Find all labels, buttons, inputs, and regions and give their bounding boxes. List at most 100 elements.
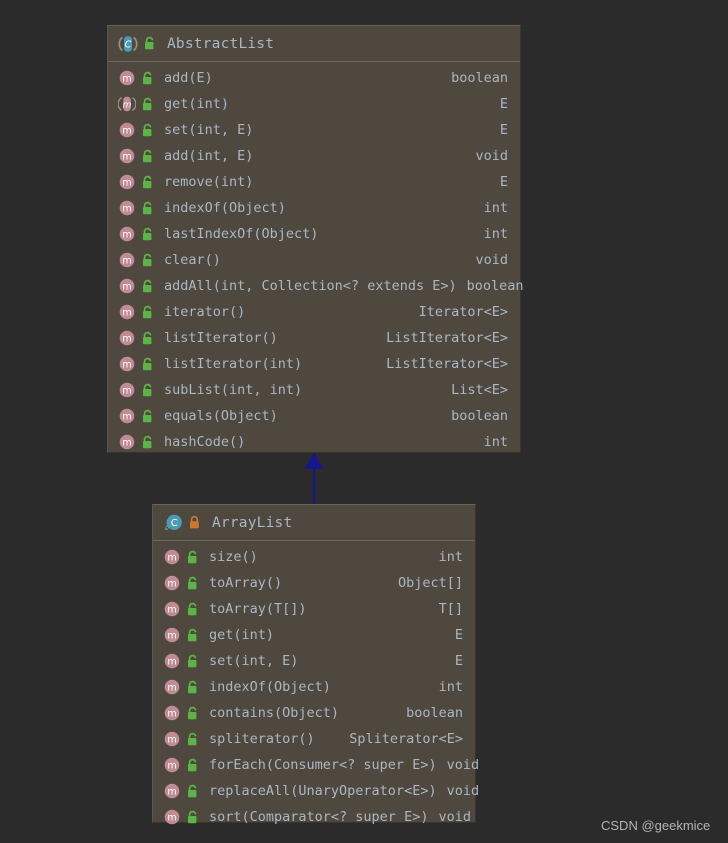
uml-member-signature: hashCode() (164, 434, 246, 450)
uml-member-signature: toArray() (209, 575, 283, 591)
uml-member-return-type: E (499, 174, 508, 190)
method-icon: m (163, 574, 181, 592)
uml-member-row[interactable]: m sort(Comparator<? super E>) void (153, 804, 475, 830)
svg-text:C: C (125, 39, 132, 50)
uml-member-row[interactable]: m listIterator() ListIterator<E> (108, 325, 520, 351)
method-icon: m (118, 303, 136, 321)
uml-member-return-type: int (438, 549, 463, 565)
method-icon: m (163, 730, 181, 748)
uml-member-return-type: E (499, 96, 508, 112)
uml-member-row[interactable]: m replaceAll(UnaryOperator<E>) void (153, 778, 479, 804)
svg-text:m: m (122, 256, 131, 267)
svg-text:m: m (167, 605, 176, 616)
lock-open-green-icon (186, 732, 199, 747)
lock-open-green-icon (186, 784, 199, 799)
uml-member-signature: indexOf(Object) (209, 679, 331, 695)
uml-member-row[interactable]: m toArray(T[]) T[] (153, 596, 475, 622)
lock-open-green-icon (141, 201, 154, 216)
svg-text:m: m (122, 334, 131, 345)
uml-member-return-type: Object[] (397, 575, 463, 591)
uml-member-row[interactable]: m hashCode() int (108, 429, 520, 455)
lock-open-green-icon (143, 36, 156, 51)
uml-member-row[interactable]: m toArray() Object[] (153, 570, 475, 596)
uml-class-header[interactable]: C AbstractList (108, 26, 520, 62)
uml-member-row[interactable]: m get(int) E (108, 91, 520, 117)
method-icon: m (118, 147, 136, 165)
lock-open-green-icon (141, 331, 154, 346)
uml-member-row[interactable]: m equals(Object) boolean (108, 403, 520, 429)
svg-text:m: m (122, 230, 131, 241)
uml-member-row[interactable]: m add(E) boolean (108, 65, 520, 91)
lock-open-green-icon (186, 550, 199, 565)
uml-member-return-type: int (438, 679, 463, 695)
uml-member-return-type: Spliterator<E> (349, 731, 463, 747)
uml-member-signature: add(int, E) (164, 148, 254, 164)
uml-member-row[interactable]: m remove(int) E (108, 169, 520, 195)
uml-member-row[interactable]: m size() int (153, 544, 475, 570)
uml-member-row[interactable]: m spliterator() Spliterator<E> (153, 726, 475, 752)
uml-member-return-type: boolean (451, 70, 508, 86)
watermark-text: CSDN @geekmice (601, 818, 711, 833)
uml-member-row[interactable]: m add(int, E) void (108, 143, 520, 169)
uml-class-box[interactable]: C AbstractList m add(E) boolean m get(int) Em se… (107, 25, 524, 453)
uml-member-return-type: void (475, 148, 508, 164)
method-icon: m (163, 548, 181, 566)
lock-open-green-icon (141, 383, 154, 398)
uml-member-row[interactable]: m get(int) E (153, 622, 475, 648)
method-icon: m (118, 329, 136, 347)
uml-member-signature: get(int) (209, 627, 275, 643)
method-icon: m (118, 199, 136, 217)
uml-member-row[interactable]: m indexOf(Object) int (153, 674, 475, 700)
uml-member-return-type: T[] (438, 601, 463, 617)
uml-member-row[interactable]: m contains(Object) boolean (153, 700, 475, 726)
uml-member-row[interactable]: m set(int, E) E (153, 648, 475, 674)
svg-text:m: m (167, 787, 176, 798)
lock-closed-orange-icon (188, 515, 201, 530)
uml-member-return-type: void (446, 757, 480, 773)
uml-member-row[interactable]: m clear() void (108, 247, 520, 273)
uml-member-return-type: int (483, 434, 508, 450)
uml-member-list: m size() int m toArray() Object[] m toArray(T[]… (153, 541, 479, 834)
lock-open-green-icon (141, 149, 154, 164)
uml-member-return-type: E (454, 653, 463, 669)
uml-member-row[interactable]: m iterator() Iterator<E> (108, 299, 520, 325)
uml-member-signature: remove(int) (164, 174, 254, 190)
uml-member-signature: addAll(int, Collection<? extends E>) (164, 278, 457, 294)
uml-member-row[interactable]: m addAll(int, Collection<? extends E>) boo… (108, 273, 524, 299)
uml-member-signature: get(int) (164, 96, 230, 112)
uml-member-signature: toArray(T[]) (209, 601, 307, 617)
method-icon: m (118, 69, 136, 87)
uml-class-header[interactable]: C ArrayList (153, 505, 475, 541)
uml-member-row[interactable]: m set(int, E) E (108, 117, 520, 143)
uml-member-signature: set(int, E) (164, 122, 254, 138)
lock-open-green-icon (141, 435, 154, 450)
uml-member-signature: contains(Object) (209, 705, 340, 721)
uml-class-name: AbstractList (167, 35, 275, 52)
uml-member-list: m add(E) boolean m get(int) Em set(int, E) Em ad… (108, 62, 524, 459)
method-icon: m (118, 251, 136, 269)
uml-member-row[interactable]: m listIterator(int) ListIterator<E> (108, 351, 520, 377)
method-icon: m (118, 355, 136, 373)
uml-member-row[interactable]: m subList(int, int) List<E> (108, 377, 520, 403)
uml-member-signature: iterator() (164, 304, 246, 320)
lock-open-green-icon (186, 680, 199, 695)
uml-member-return-type: Iterator<E> (418, 304, 508, 320)
uml-member-signature: subList(int, int) (164, 382, 303, 398)
method-icon: m (118, 433, 136, 451)
uml-member-row[interactable]: m lastIndexOf(Object) int (108, 221, 520, 247)
lock-open-green-icon (141, 279, 154, 294)
lock-open-green-icon (186, 758, 199, 773)
uml-member-signature: clear() (164, 252, 221, 268)
uml-member-return-type: ListIterator<E> (386, 356, 508, 372)
uml-member-signature: indexOf(Object) (164, 200, 286, 216)
uml-member-signature: listIterator() (164, 330, 278, 346)
uml-diagram-canvas: C AbstractList m add(E) boolean m get(int) Em se… (0, 0, 728, 843)
svg-text:m: m (167, 761, 176, 772)
uml-class-box[interactable]: C ArrayList m size() int m toArray() Object[] m t… (152, 504, 479, 825)
lock-open-green-icon (186, 654, 199, 669)
uml-member-return-type: ListIterator<E> (386, 330, 508, 346)
method-icon: m (163, 808, 181, 826)
uml-member-row[interactable]: m forEach(Consumer<? super E>) void (153, 752, 479, 778)
svg-text:m: m (167, 631, 176, 642)
uml-member-row[interactable]: m indexOf(Object) int (108, 195, 520, 221)
